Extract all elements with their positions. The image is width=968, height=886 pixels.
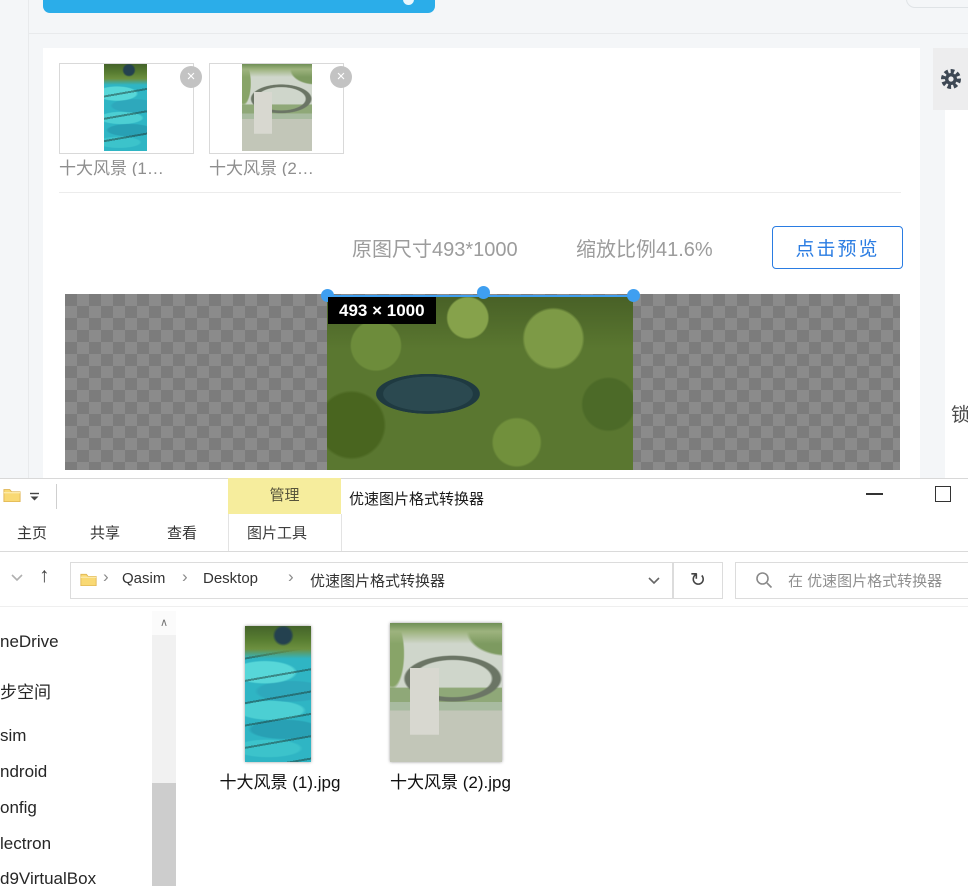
tab-share[interactable]: 共享	[90, 519, 120, 545]
search-icon	[755, 571, 773, 589]
topbar-icon	[403, 0, 414, 5]
refresh-button[interactable]: ↻	[673, 562, 723, 599]
lock-label: 锁	[951, 400, 968, 427]
ribbon-bottom-border	[0, 551, 968, 552]
chevron-down-icon	[647, 576, 661, 585]
titlebar-separator	[56, 484, 57, 509]
screen: × × 十大风景 (1… 十大风景 (2… 原图尺寸493*1000 缩放比例4…	[0, 0, 968, 886]
thumbnail-row-divider	[59, 192, 901, 193]
nav-scrollbar-thumb[interactable]	[152, 783, 176, 886]
sidebar-item-qasim[interactable]: sim	[0, 726, 26, 746]
resize-handle-top-right[interactable]	[627, 289, 640, 302]
remove-image-1-icon[interactable]: ×	[180, 66, 202, 88]
breadcrumb-separator[interactable]: ›	[182, 567, 188, 587]
minimize-button[interactable]	[856, 483, 890, 505]
breadcrumb-separator[interactable]: ›	[103, 567, 109, 587]
sidebar-item-sync-space[interactable]: 步空间	[0, 678, 51, 703]
converter-app-region: × × 十大风景 (1… 十大风景 (2… 原图尺寸493*1000 缩放比例4…	[0, 0, 968, 478]
tab-picture-tools[interactable]: 图片工具	[247, 519, 307, 545]
minimize-icon	[866, 493, 883, 495]
top-right-panel-corner	[906, 0, 968, 8]
left-panel-divider	[28, 0, 29, 478]
breadcrumb-current-folder[interactable]: 优速图片格式转换器	[310, 570, 445, 591]
zoom-ratio-label: 缩放比例41.6%	[576, 233, 713, 262]
breadcrumb-separator[interactable]: ›	[288, 567, 294, 587]
settings-button[interactable]	[933, 48, 968, 110]
sidebar-item-virtualbox[interactable]: d9VirtualBox	[0, 869, 96, 886]
file-name-2[interactable]: 十大风景 (2).jpg	[378, 768, 523, 793]
scrollbar-up-arrow[interactable]: ∧	[152, 611, 176, 635]
sidebar-item-onedrive[interactable]: neDrive	[0, 632, 59, 652]
tab-manage[interactable]: 管理	[228, 478, 341, 514]
window-folder-icon	[3, 487, 21, 502]
remove-image-2-icon[interactable]: ×	[330, 66, 352, 88]
gear-icon	[939, 67, 963, 91]
maximize-button[interactable]	[935, 486, 951, 502]
file-thumbnail-bridge[interactable]	[390, 623, 502, 762]
file-thumbnail-pools[interactable]	[245, 626, 311, 762]
address-bar-bottom-border	[0, 606, 968, 607]
sidebar-item-android[interactable]: ndroid	[0, 762, 47, 782]
sidebar-item-config[interactable]: onfig	[0, 798, 37, 818]
image-size-badge: 493 × 1000	[328, 297, 436, 324]
original-size-label: 原图尺寸493*1000	[352, 233, 518, 262]
file-name-1[interactable]: 十大风景 (1).jpg	[205, 768, 355, 793]
thumbnail-filename-1: 十大风景 (1…	[59, 154, 199, 176]
contextual-tab-separator-left	[228, 514, 229, 551]
tab-home[interactable]: 主页	[17, 519, 47, 545]
thumbnail-image-pools[interactable]	[104, 64, 147, 151]
recent-locations-chevron-icon[interactable]	[10, 573, 24, 582]
sidebar-item-electron[interactable]: lectron	[0, 834, 51, 854]
breadcrumb-desktop[interactable]: Desktop	[203, 570, 258, 587]
thumbnail-image-bridge[interactable]	[242, 64, 312, 151]
tab-view[interactable]: 查看	[167, 519, 197, 545]
window-title: 优速图片格式转换器	[349, 488, 484, 509]
quick-access-caret-icon[interactable]	[29, 492, 40, 502]
address-dropdown-button[interactable]	[636, 563, 672, 598]
header-divider	[28, 33, 968, 34]
click-preview-button[interactable]: 点击预览	[772, 226, 903, 269]
resize-handle-top-center[interactable]	[477, 286, 490, 299]
address-folder-icon	[80, 572, 97, 586]
thumbnail-filename-2: 十大风景 (2…	[209, 154, 349, 176]
add-files-button[interactable]	[43, 0, 435, 13]
search-input[interactable]	[786, 566, 968, 596]
breadcrumb-qasim[interactable]: Qasim	[122, 570, 165, 587]
contextual-tab-separator-right	[341, 514, 342, 551]
up-one-level-button[interactable]: ↑	[39, 564, 50, 588]
